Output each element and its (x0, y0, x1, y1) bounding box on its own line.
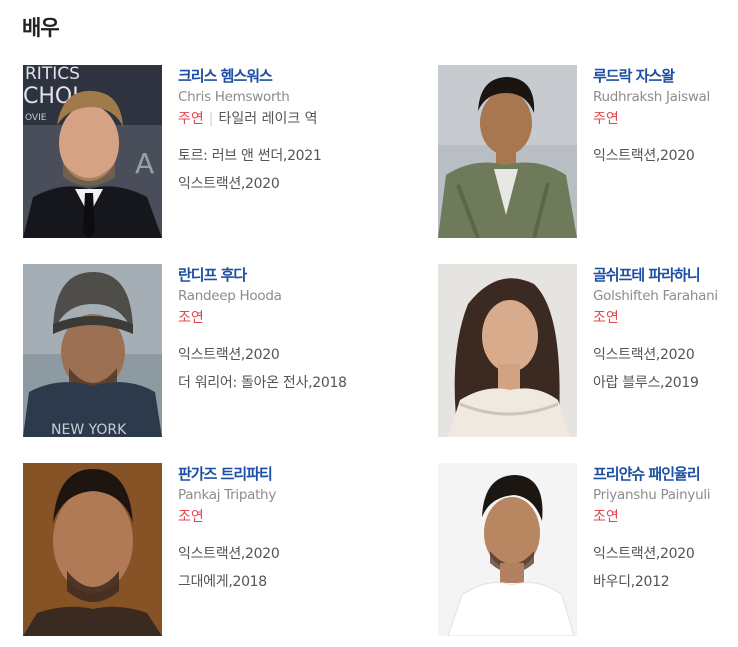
filmography-item[interactable]: 익스트랙션,2020 (178, 170, 322, 198)
filmography-item[interactable]: 익스트랙션,2020 (178, 540, 280, 568)
actor-info: 크리스 헴스워스 Chris Hemsworth 주연 | 타일러 레이크 역 토르… (162, 65, 322, 238)
role-badge: 조연 (178, 310, 204, 326)
svg-text:A: A (135, 147, 154, 180)
actor-name-link[interactable]: 프리얀슈 패인율리 (593, 464, 710, 484)
actor-portrait-image (438, 264, 577, 437)
role-badge: 주연 (178, 111, 204, 127)
actor-photo[interactable] (438, 65, 577, 238)
actor-grid: RITICS CHOI OVIE A 크리스 헴스워스 Chris Hemswo… (23, 65, 738, 636)
filmography: 익스트랙션,2020 (593, 142, 710, 170)
role-divider: | (208, 111, 214, 127)
filmography: 익스트랙션,2020 아랍 블루스,2019 (593, 341, 718, 397)
actor-portrait-image (23, 463, 162, 636)
filmography-item[interactable]: 토르: 러브 앤 썬더,2021 (178, 142, 322, 170)
filmography-item[interactable]: 바우디,2012 (593, 568, 710, 596)
filmography: 익스트랙션,2020 그대에게,2018 (178, 540, 280, 596)
actor-name-link[interactable]: 크리스 헴스워스 (178, 66, 322, 86)
role-badge: 조연 (178, 509, 204, 525)
actor-english-name: Randeep Hooda (178, 288, 282, 304)
actor-photo[interactable] (438, 463, 577, 636)
actor-name-link[interactable]: 루드락 자스왈 (593, 66, 710, 86)
character-name: 타일러 레이크 역 (218, 111, 318, 127)
svg-text:NEW YORK: NEW YORK (51, 422, 127, 437)
role-badge: 조연 (593, 509, 619, 525)
filmography-item[interactable]: 익스트랙션,2020 (593, 540, 710, 568)
actor-role-line: 조연 (593, 307, 718, 329)
actor-english-name: Priyanshu Painyuli (593, 487, 711, 503)
svg-text:RITICS: RITICS (25, 65, 80, 84)
actor-name-link[interactable]: 골쉬프테 파라하니 (593, 265, 718, 285)
actor-english-name: Golshifteh Farahani (593, 288, 718, 304)
svg-text:OVIE: OVIE (25, 113, 47, 123)
actor-role-line: 주연 | 타일러 레이크 역 (178, 108, 322, 130)
filmography: 익스트랙션,2020 바우디,2012 (593, 540, 710, 596)
actor-role-line: 조연 (593, 506, 710, 528)
actor-photo[interactable] (23, 463, 162, 636)
section-title: 배우 (22, 16, 60, 40)
actor-info: 판가즈 트리파티 Pankaj Tripathy 조연 익스트랙션,2020 그… (162, 463, 280, 636)
actor-name-link[interactable]: 판가즈 트리파티 (178, 464, 279, 484)
actor-role-line: 조연 (178, 307, 347, 329)
role-badge: 조연 (593, 310, 619, 326)
actor-card: RITICS CHOI OVIE A 크리스 헴스워스 Chris Hemswo… (23, 65, 438, 238)
actor-card: 골쉬프테 파라하니 Golshifteh Farahani 조연 익스트랙션,2… (438, 264, 738, 437)
filmography-item[interactable]: 더 워리어: 돌아온 전사,2018 (178, 369, 347, 397)
filmography-item[interactable]: 익스트랙션,2020 (593, 142, 710, 170)
actor-photo[interactable] (438, 264, 577, 437)
actor-portrait-image (438, 65, 577, 238)
role-badge: 주연 (593, 111, 619, 127)
actor-role-line: 조연 (178, 506, 279, 528)
actor-photo[interactable]: RITICS CHOI OVIE A (23, 65, 162, 238)
actor-role-line: 주연 (593, 108, 710, 130)
actor-english-name: Chris Hemsworth (178, 89, 290, 105)
actor-info: 루드락 자스왈 Rudhraksh Jaiswal 주연 익스트랙션,2020 (577, 65, 710, 238)
actor-info: 프리얀슈 패인율리 Priyanshu Painyuli 조연 익스트랙션,20… (577, 463, 711, 636)
actor-name-link[interactable]: 란디프 후다 (178, 265, 347, 285)
filmography: 익스트랙션,2020 더 워리어: 돌아온 전사,2018 (178, 341, 347, 397)
filmography: 토르: 러브 앤 썬더,2021 익스트랙션,2020 (178, 142, 322, 198)
actor-photo[interactable]: NEW YORK (23, 264, 162, 437)
filmography-item[interactable]: 그대에게,2018 (178, 568, 279, 596)
actor-card: 프리얀슈 패인율리 Priyanshu Painyuli 조연 익스트랙션,20… (438, 463, 738, 636)
actor-portrait-image: RITICS CHOI OVIE A (23, 65, 162, 238)
actor-card: NEW YORK 란디프 후다 Randeep Hooda 조연 익스트랙션,2… (23, 264, 438, 437)
actor-info: 란디프 후다 Randeep Hooda 조연 익스트랙션,2020 더 워리어… (162, 264, 347, 437)
filmography-item[interactable]: 익스트랙션,2020 (593, 341, 718, 369)
filmography-item[interactable]: 아랍 블루스,2019 (593, 369, 718, 397)
actor-english-name: Pankaj Tripathy (178, 487, 277, 503)
actor-card: 판가즈 트리파티 Pankaj Tripathy 조연 익스트랙션,2020 그… (23, 463, 438, 636)
actor-card: 루드락 자스왈 Rudhraksh Jaiswal 주연 익스트랙션,2020 (438, 65, 738, 238)
actor-info: 골쉬프테 파라하니 Golshifteh Farahani 조연 익스트랙션,2… (577, 264, 718, 437)
actor-english-name: Rudhraksh Jaiswal (593, 89, 710, 105)
actor-portrait-image (438, 463, 577, 636)
filmography-item[interactable]: 익스트랙션,2020 (178, 341, 347, 369)
actor-portrait-image: NEW YORK (23, 264, 162, 437)
